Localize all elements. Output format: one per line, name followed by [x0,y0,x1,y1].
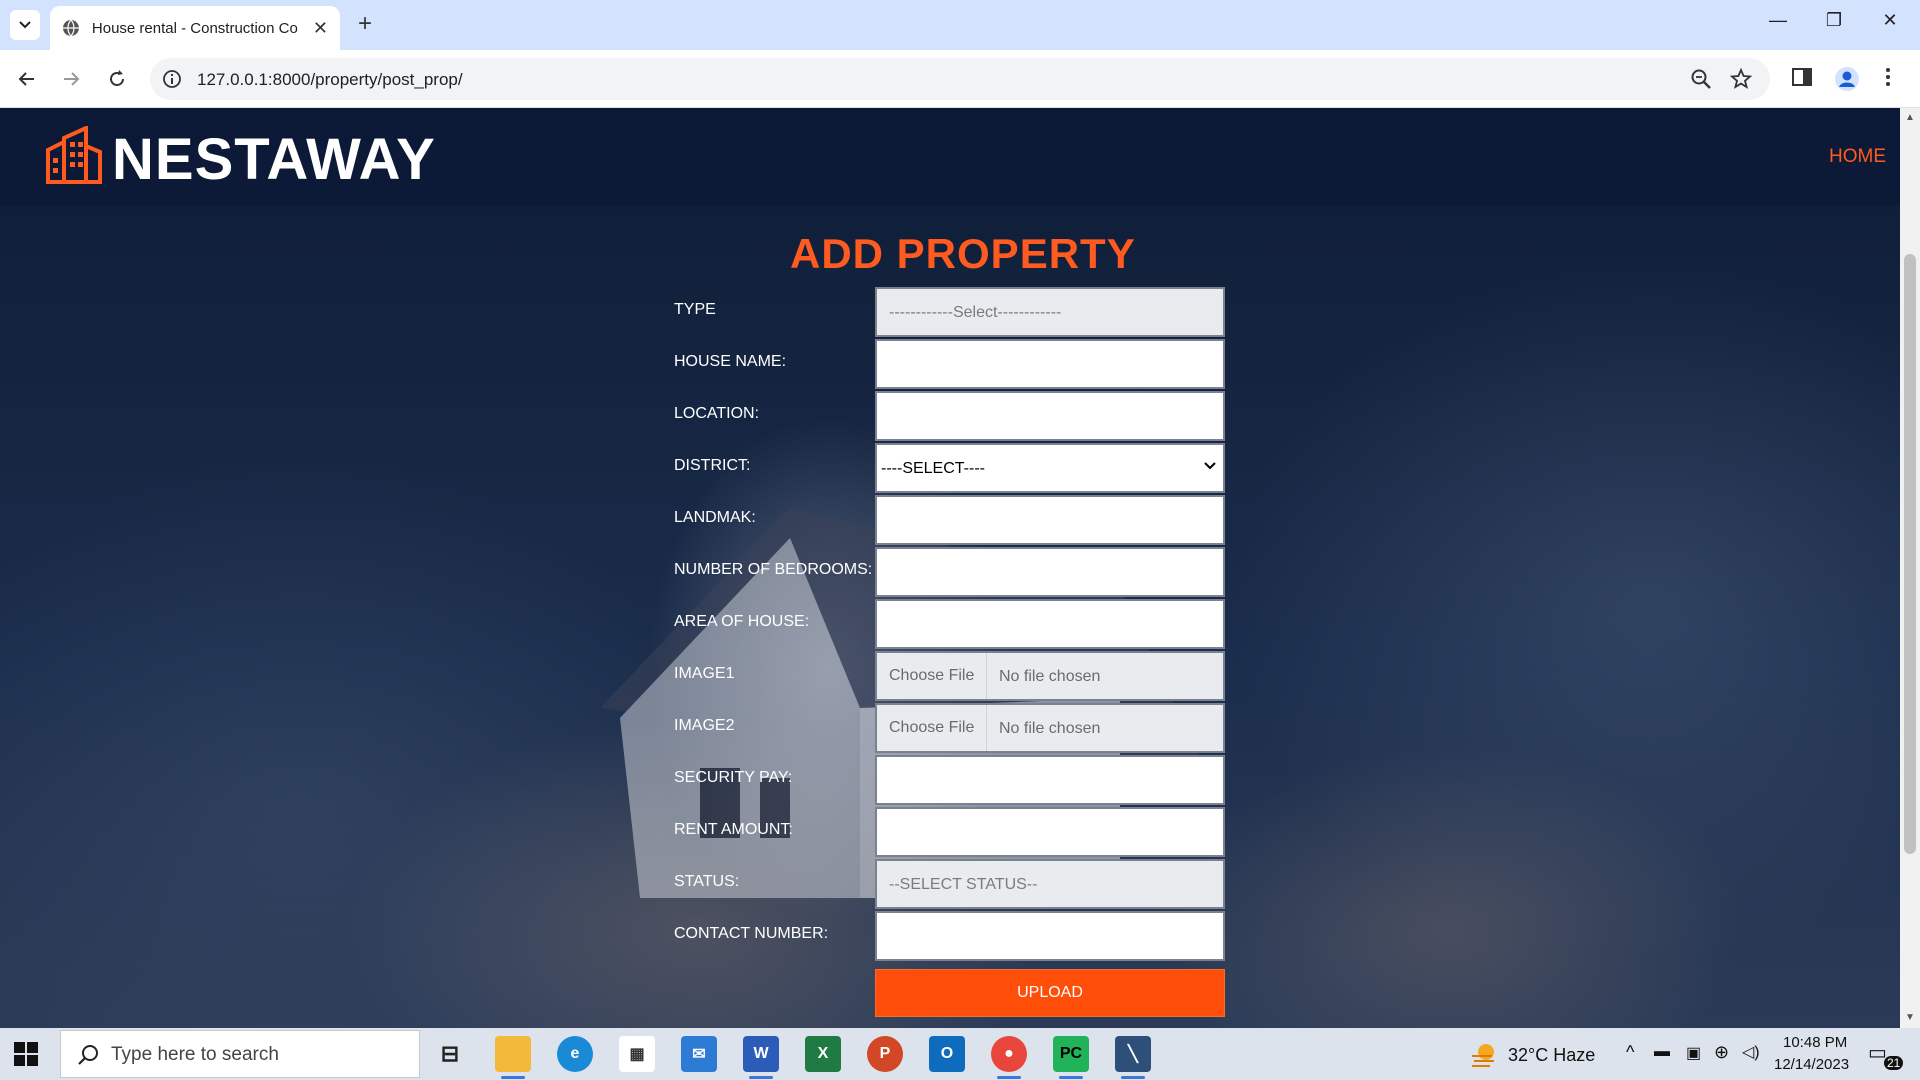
network-globe-icon[interactable]: ⊕ [1714,1042,1729,1063]
windows-start-icon[interactable] [14,1042,38,1066]
arrow-right-icon [64,72,80,86]
scroll-down-icon[interactable]: ▼ [1905,1012,1915,1023]
address-bar[interactable]: 127.0.0.1:8000/property/post_prop/ [150,58,1770,100]
mail-icon[interactable]: ✉ [681,1036,717,1072]
volume-icon[interactable]: ◁) [1742,1042,1760,1062]
browser-toolbar: 127.0.0.1:8000/property/post_prop/ [0,50,1920,108]
image1-label: IMAGE1 [674,665,735,682]
tab-title: House rental - Construction Co [91,19,298,37]
building-logo-icon [46,126,102,184]
profile-avatar-icon[interactable] [1834,66,1860,92]
location-label: LOCATION: [674,405,760,422]
meet-now-icon[interactable]: ▣ [1686,1043,1701,1063]
windows-taskbar: Type here to search ⊟ e ▦ ✉ W X P O ● PC… [0,1028,1920,1080]
site-brand[interactable]: NESTAWAY [112,126,436,193]
rent-amount-input[interactable] [875,807,1225,857]
excel-icon[interactable]: X [805,1036,841,1072]
type-placeholder: ------------Select------------ [889,304,1062,321]
outlook-icon[interactable]: O [929,1036,965,1072]
upload-button[interactable]: UPLOAD [875,969,1225,1017]
page-content: NESTAWAY HOME ADD PROPERTY TYPE HOUSE NA… [0,108,1900,1028]
image1-file-status: No file chosen [999,668,1101,685]
notification-count-badge: 21 [1884,1056,1904,1070]
url-text: 127.0.0.1:8000/property/post_prop/ [197,70,463,89]
task-view-icon[interactable]: ⊟ [432,1036,468,1072]
close-window-button[interactable]: ✕ [1870,10,1910,31]
powerpoint-icon[interactable]: P [867,1036,903,1072]
pycharm-icon[interactable]: PC [1053,1036,1089,1079]
menu-kebab-icon[interactable] [1884,66,1892,88]
type-label: TYPE [674,301,716,318]
type-select[interactable]: ------------Select------------ [875,287,1225,337]
new-tab-button[interactable]: + [352,12,378,38]
image2-choose-file-button[interactable]: Choose File [877,705,987,751]
reload-icon [110,70,124,86]
restore-button[interactable]: ❐ [1814,10,1854,31]
image2-file-input[interactable]: Choose File No file chosen [875,703,1225,753]
area-input[interactable] [875,599,1225,649]
chevron-down-icon [1204,462,1216,470]
zoom-icon[interactable] [1690,68,1712,90]
bookmark-star-icon[interactable] [1730,68,1752,90]
page-scrollbar[interactable]: ▲ ▼ [1900,108,1920,1028]
district-selected-value: ----SELECT---- [881,460,985,477]
edge-browser-icon[interactable]: e [557,1036,593,1072]
chevron-down-icon [19,21,31,29]
house-name-label: HOUSE NAME: [674,353,787,370]
district-select[interactable]: ----SELECT---- [875,443,1225,493]
image1-file-input[interactable]: Choose File No file chosen [875,651,1225,701]
mysql-workbench-icon[interactable]: ╲ [1115,1036,1151,1079]
security-pay-label: SECURITY PAY: [674,769,793,786]
file-explorer-icon[interactable] [495,1036,531,1079]
reload-button[interactable] [102,64,132,94]
form-title: ADD PROPERTY [790,230,1136,277]
landmark-input[interactable] [875,495,1225,545]
house-name-input[interactable] [875,339,1225,389]
bedrooms-label: NUMBER OF BEDROOMS: [674,561,873,578]
image1-choose-file-button[interactable]: Choose File [877,653,987,699]
scroll-thumb[interactable] [1904,254,1916,854]
word-icon[interactable]: W [743,1036,779,1079]
microsoft-store-icon[interactable]: ▦ [619,1036,655,1072]
clock-date[interactable]: 12/14/2023 [1774,1056,1849,1073]
site-header: NESTAWAY HOME [0,108,1900,206]
forward-button[interactable] [56,64,86,94]
side-panel-icon[interactable] [1791,66,1813,88]
contact-number-input[interactable] [875,911,1225,961]
taskbar-search-box[interactable]: Type here to search [60,1030,420,1078]
back-button[interactable] [12,64,42,94]
nav-home-link[interactable]: HOME [1829,146,1886,168]
landmark-label: LANDMAK: [674,509,756,526]
security-pay-input[interactable] [875,755,1225,805]
status-select[interactable]: --SELECT STATUS-- [875,859,1225,909]
tab-close-icon[interactable]: ✕ [313,18,328,39]
district-label: DISTRICT: [674,457,751,474]
browser-tab[interactable]: House rental - Construction Co ✕ [50,6,340,50]
location-input[interactable] [875,391,1225,441]
weather-haze-icon [1472,1044,1494,1067]
search-icon [78,1045,98,1065]
area-label: AREA OF HOUSE: [674,613,810,630]
arrow-left-icon [18,72,34,86]
rent-amount-label: RENT AMOUNT: [674,821,793,838]
weather-text[interactable]: 32°C Haze [1508,1045,1595,1066]
minimize-button[interactable]: — [1758,10,1798,31]
globe-icon [62,19,79,37]
image2-label: IMAGE2 [674,717,735,734]
taskbar-search-placeholder: Type here to search [111,1044,279,1065]
battery-icon[interactable]: ▬ [1654,1043,1670,1061]
tab-search-button[interactable] [10,10,40,40]
tray-expand-icon[interactable]: ^ [1626,1042,1634,1063]
contact-number-label: CONTACT NUMBER: [674,925,829,942]
clock-time[interactable]: 10:48 PM [1783,1034,1847,1051]
site-info-icon[interactable] [162,69,182,89]
status-placeholder: --SELECT STATUS-- [889,876,1038,893]
chrome-icon[interactable]: ● [991,1036,1027,1079]
browser-tab-bar: House rental - Construction Co ✕ + — ❐ ✕ [0,0,1920,50]
scroll-up-icon[interactable]: ▲ [1905,112,1915,123]
status-label: STATUS: [674,873,740,890]
image2-file-status: No file chosen [999,720,1101,737]
bedrooms-input[interactable] [875,547,1225,597]
